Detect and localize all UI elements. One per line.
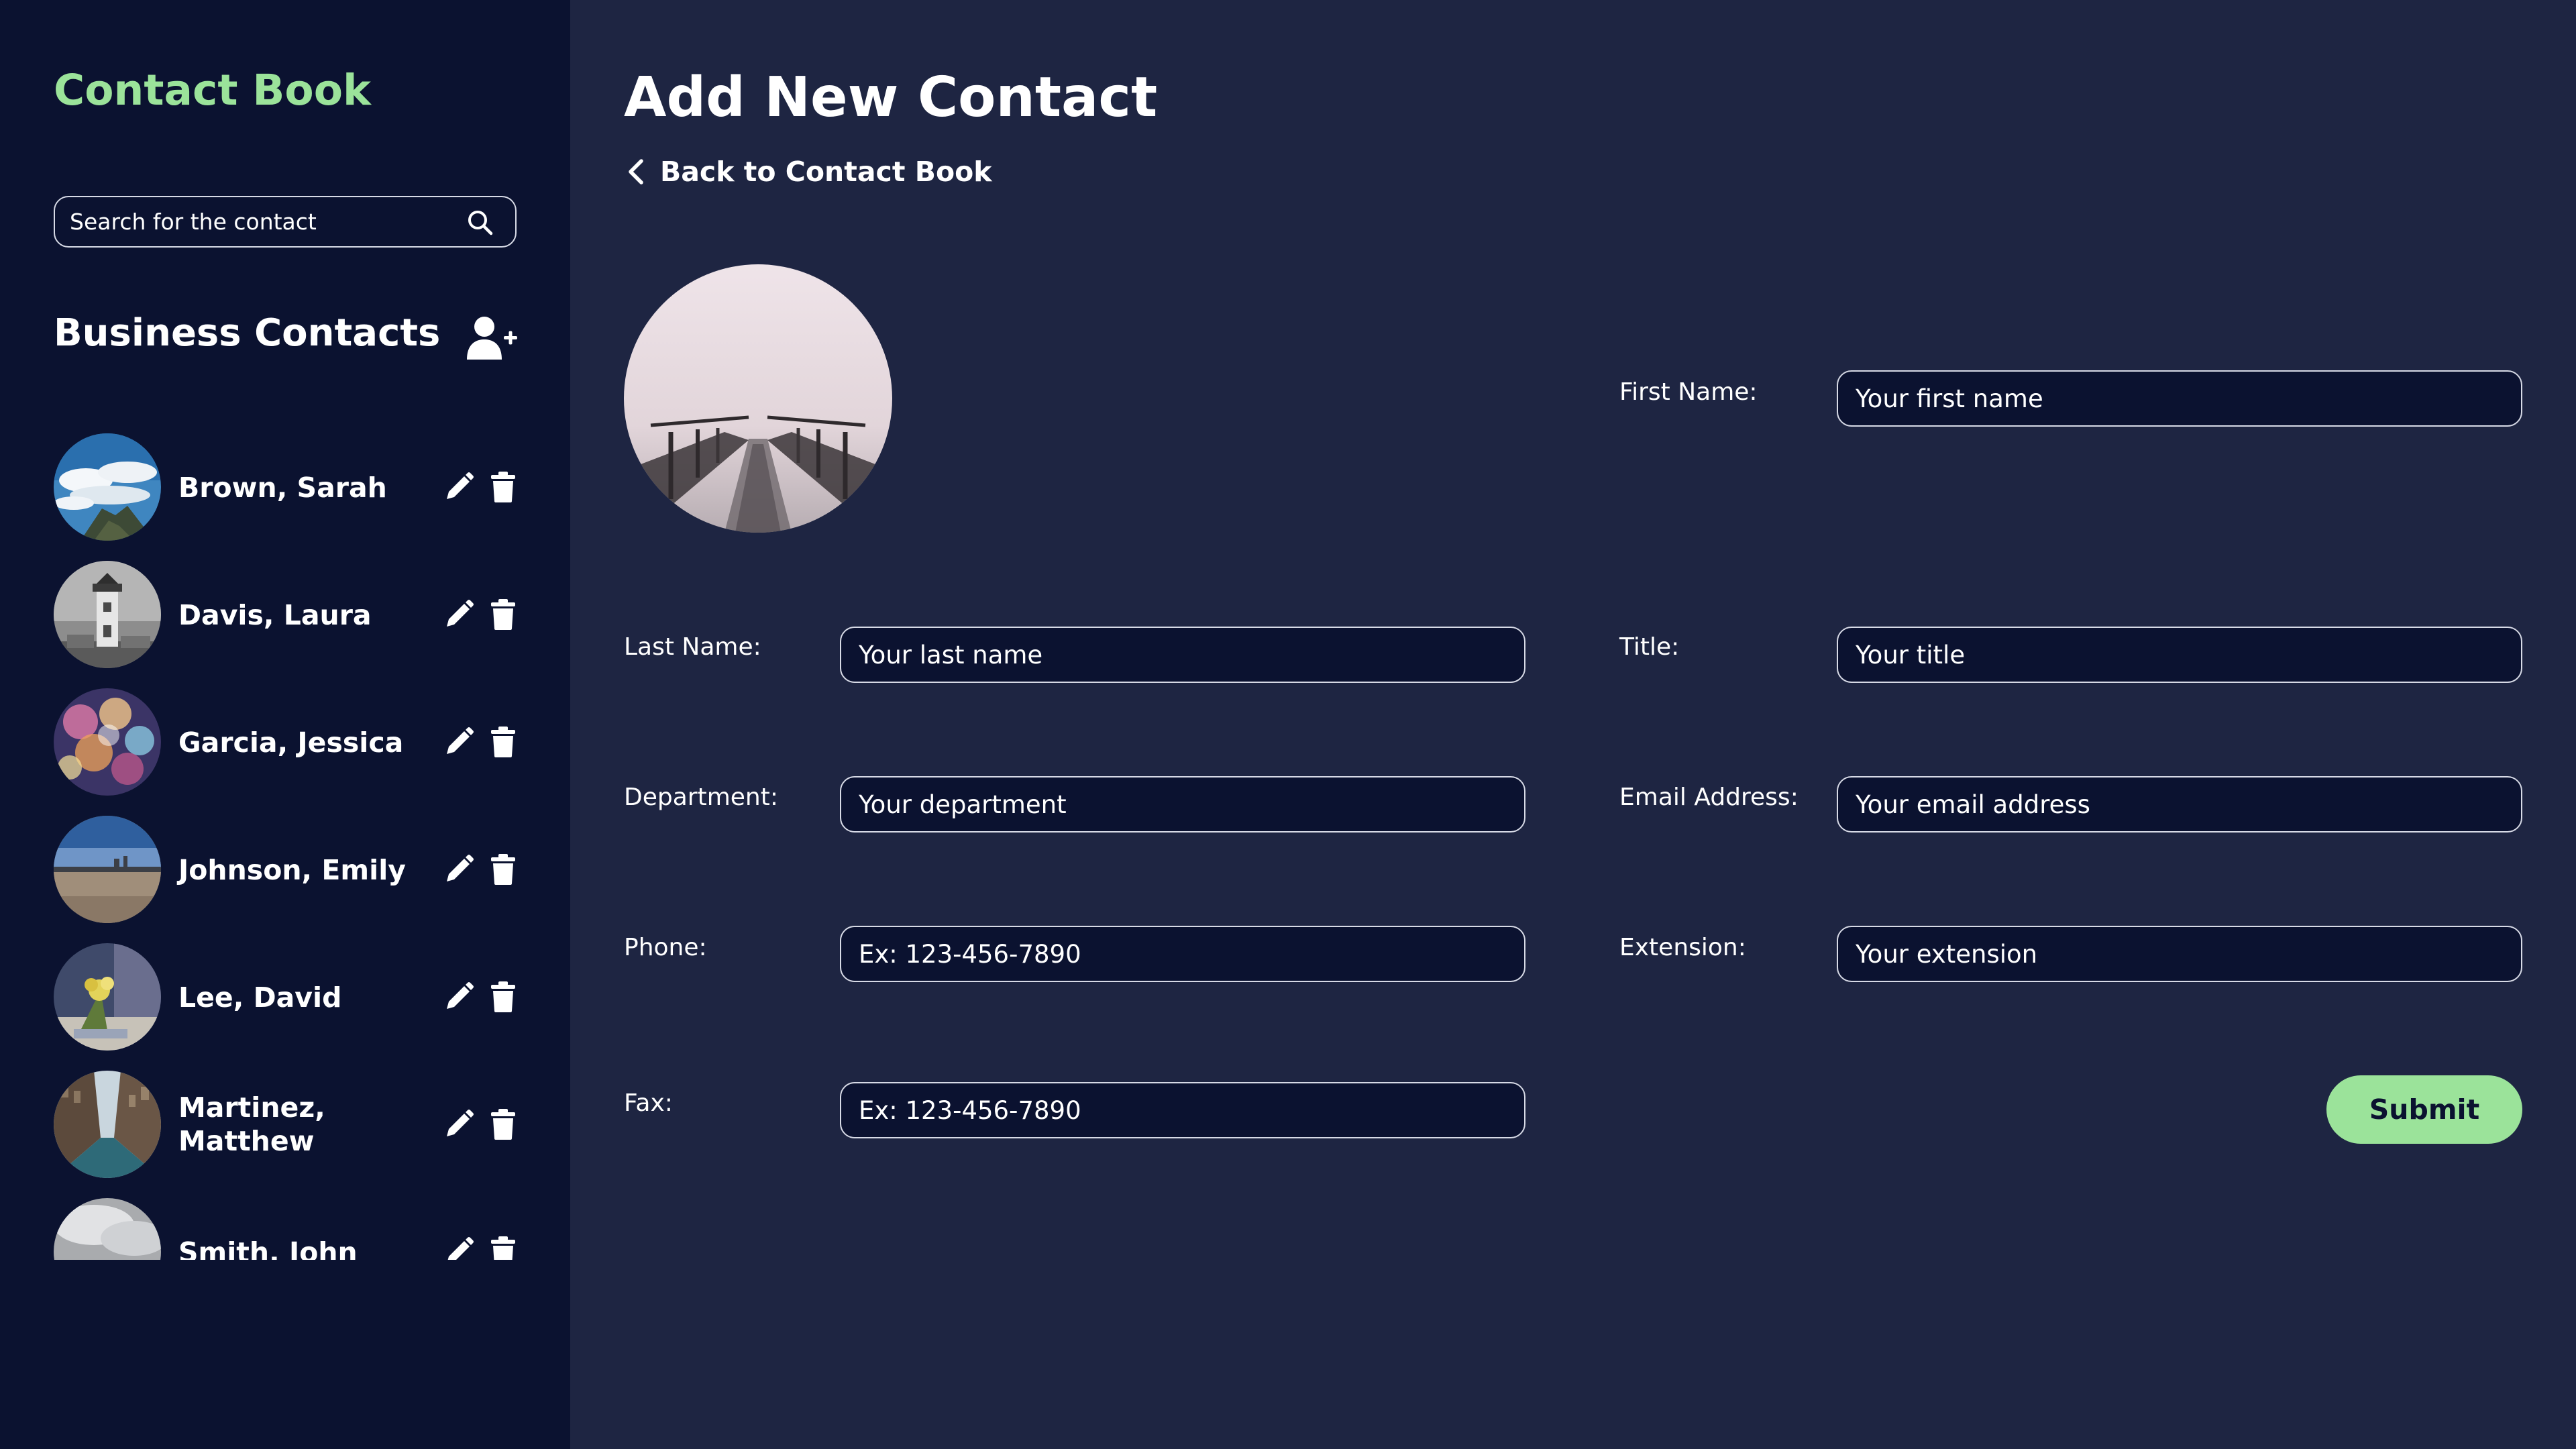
sidebar: Contact Book Business Contacts	[0, 0, 570, 1449]
email-input[interactable]	[1837, 776, 2522, 833]
back-link-label: Back to Contact Book	[660, 156, 992, 188]
trash-icon[interactable]	[488, 1236, 518, 1260]
contact-name: Brown, Sarah	[178, 472, 387, 504]
contact-item[interactable]: Smith, John	[54, 1198, 537, 1260]
contact-item[interactable]: Brown, Sarah	[54, 433, 537, 543]
pencil-icon[interactable]	[443, 726, 475, 758]
avatar	[54, 943, 161, 1051]
search-icon[interactable]	[467, 209, 494, 236]
section-title: Business Contacts	[54, 311, 441, 355]
trash-icon[interactable]	[488, 1108, 518, 1140]
department-input[interactable]	[840, 776, 1525, 833]
trash-icon[interactable]	[488, 598, 518, 631]
title-input[interactable]	[1837, 627, 2522, 683]
contact-name: Johnson, Emily	[178, 854, 406, 886]
avatar	[54, 561, 161, 668]
title-label: Title:	[1619, 633, 1680, 661]
avatar	[54, 1198, 161, 1260]
contact-list: Brown, Sarah Davis, Laura Garcia, Jessic…	[54, 433, 537, 1260]
pencil-icon[interactable]	[443, 853, 475, 885]
trash-icon[interactable]	[488, 853, 518, 885]
fax-label: Fax:	[624, 1089, 673, 1117]
department-label: Department:	[624, 784, 778, 811]
main-content: Add New Contact Back to Contact Book Fir…	[570, 0, 2576, 1449]
app: Contact Book Business Contacts	[0, 0, 2576, 1449]
pencil-icon[interactable]	[443, 471, 475, 503]
last-name-label: Last Name:	[624, 633, 761, 661]
app-title: Contact Book	[54, 66, 371, 115]
contact-name: Davis, Laura	[178, 599, 372, 631]
email-label: Email Address:	[1619, 784, 1799, 811]
phone-input[interactable]	[840, 926, 1525, 982]
trash-icon[interactable]	[488, 981, 518, 1013]
contact-name: Martinez, Matthew	[178, 1091, 325, 1157]
avatar	[54, 816, 161, 923]
chevron-left-icon	[629, 159, 643, 184]
last-name-input[interactable]	[840, 627, 1525, 683]
pencil-icon[interactable]	[443, 1236, 475, 1260]
trash-icon[interactable]	[488, 471, 518, 503]
contact-item[interactable]: Lee, David	[54, 943, 537, 1053]
pencil-icon[interactable]	[443, 981, 475, 1013]
pencil-icon[interactable]	[443, 1108, 475, 1140]
extension-label: Extension:	[1619, 934, 1746, 961]
contact-item[interactable]: Johnson, Emily	[54, 816, 537, 926]
contact-name: Lee, David	[178, 981, 342, 1014]
add-user-icon[interactable]	[466, 315, 519, 362]
back-link[interactable]: Back to Contact Book	[624, 153, 992, 191]
trash-icon[interactable]	[488, 726, 518, 758]
first-name-label: First Name:	[1619, 378, 1758, 406]
contact-photo[interactable]	[624, 264, 892, 533]
contact-name: Smith, John	[178, 1236, 358, 1260]
contact-item[interactable]: Davis, Laura	[54, 561, 537, 671]
pencil-icon[interactable]	[443, 598, 475, 631]
first-name-input[interactable]	[1837, 370, 2522, 427]
contact-name: Garcia, Jessica	[178, 727, 404, 759]
page-title: Add New Contact	[624, 66, 1158, 129]
avatar	[54, 688, 161, 796]
avatar	[54, 433, 161, 541]
extension-input[interactable]	[1837, 926, 2522, 982]
contact-item[interactable]: Garcia, Jessica	[54, 688, 537, 798]
contact-item[interactable]: Martinez, Matthew	[54, 1071, 537, 1181]
avatar	[54, 1071, 161, 1178]
phone-label: Phone:	[624, 934, 707, 961]
search-box	[54, 196, 517, 248]
fax-input[interactable]	[840, 1082, 1525, 1138]
search-input[interactable]	[70, 197, 445, 246]
submit-button[interactable]: Submit	[2326, 1075, 2522, 1144]
